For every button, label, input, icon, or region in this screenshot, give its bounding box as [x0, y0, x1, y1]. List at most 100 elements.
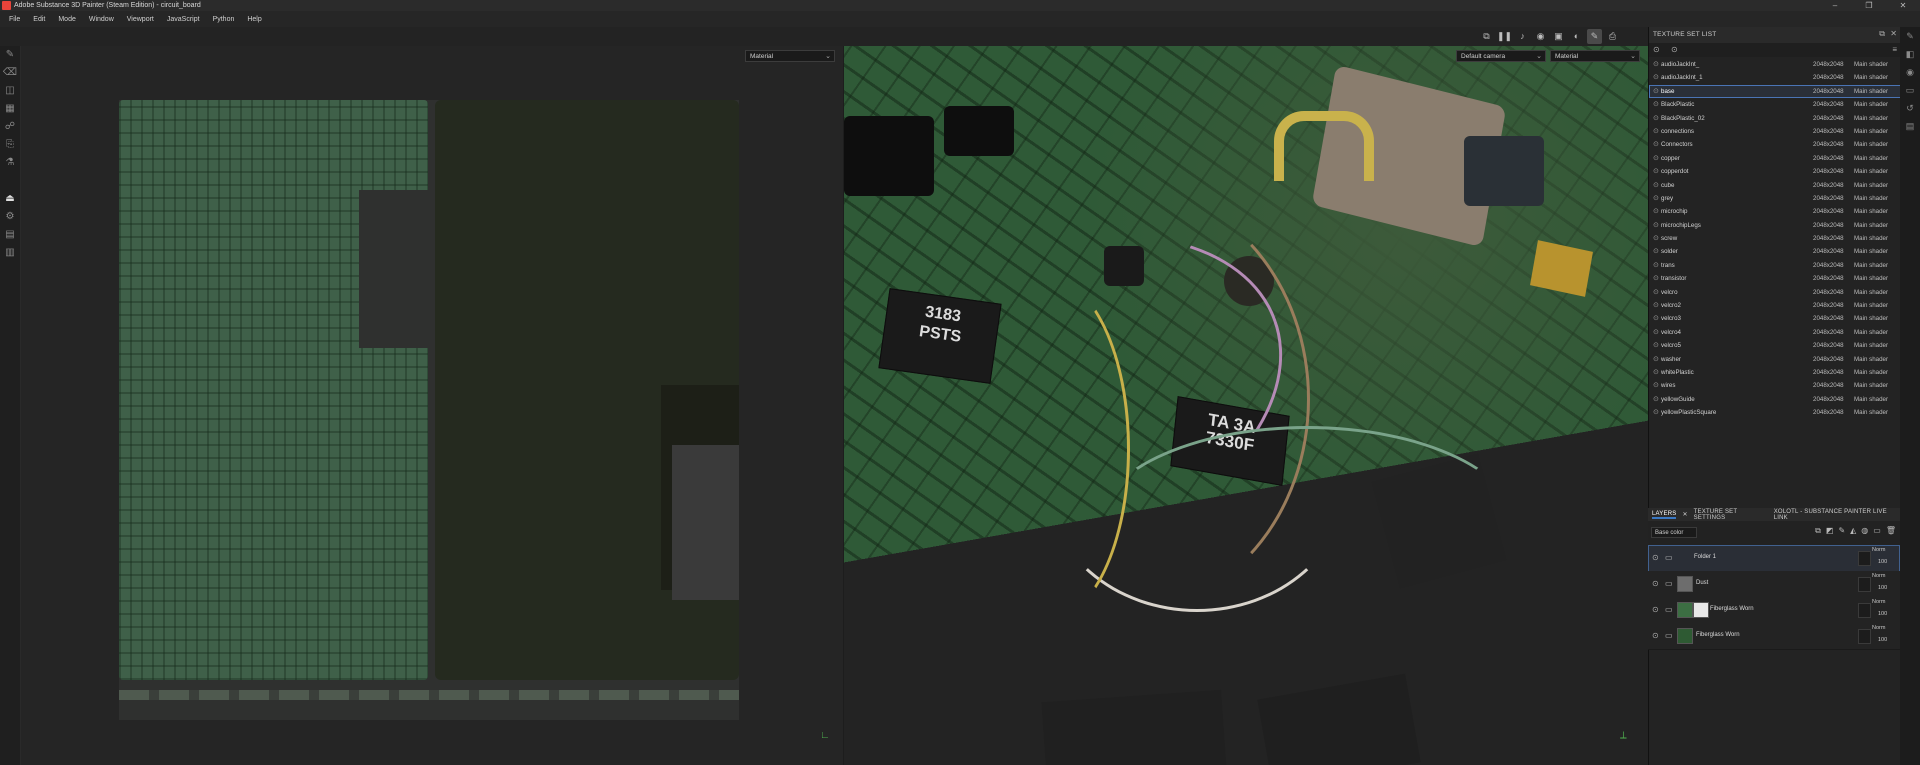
menu-mode[interactable]: Mode — [58, 16, 76, 23]
texture-set-item[interactable]: ⊙ washer 2048x2048 Main shader — [1649, 353, 1901, 366]
paint-mode-icon[interactable]: ✎ — [1587, 29, 1602, 44]
visibility-eye-icon[interactable]: ⊙ — [1653, 299, 1659, 312]
log-icon[interactable]: ▤ — [1900, 117, 1920, 135]
menu-window[interactable]: Window — [89, 16, 114, 23]
texture-set-shader[interactable]: Main shader — [1854, 245, 1888, 258]
add-mask-icon[interactable]: ◩ — [1826, 526, 1834, 536]
texture-set-resolution[interactable]: 2048x2048 — [1813, 406, 1844, 419]
texture-set-item[interactable]: ⊙ yellowGuide 2048x2048 Main shader — [1649, 393, 1901, 406]
visibility-eye-icon[interactable]: ⊙ — [1653, 152, 1659, 165]
geometry-fill-icon[interactable]: ▦ — [0, 100, 20, 118]
texture-set-shader[interactable]: Main shader — [1854, 179, 1888, 192]
texture-set-resolution[interactable]: 2048x2048 — [1813, 98, 1844, 111]
layer-row[interactable]: ⊙ ▭ Fiberglass Worn Norm 100 — [1648, 623, 1900, 650]
texture-set-item[interactable]: ⊙ velcro4 2048x2048 Main shader — [1649, 326, 1901, 339]
texture-set-shader[interactable]: Main shader — [1854, 112, 1888, 125]
pause-icon[interactable]: ❚❚ — [1497, 29, 1512, 44]
texture-set-shader[interactable]: Main shader — [1854, 366, 1888, 379]
texture-set-resolution[interactable]: 2048x2048 — [1813, 339, 1844, 352]
blend-mode[interactable]: Norm — [1872, 599, 1885, 605]
paint-brush-icon[interactable]: ✎ — [0, 46, 20, 64]
texture-set-item[interactable]: ⊙ audioJackInt_ 2048x2048 Main shader — [1649, 58, 1901, 71]
visibility-eye-icon[interactable]: ⊙ — [1653, 232, 1659, 245]
texture-set-item[interactable]: ⊙ Connectors 2048x2048 Main shader — [1649, 138, 1901, 151]
visibility-eye-icon[interactable]: ⊙ — [1653, 98, 1659, 111]
visibility-eye-icon[interactable]: ⊙ — [1653, 192, 1659, 205]
visibility-eye-icon[interactable]: ⊙ — [1652, 605, 1659, 614]
texture-set-resolution[interactable]: 2048x2048 — [1813, 71, 1844, 84]
visibility-eye-icon[interactable]: ⊙ — [1653, 393, 1659, 406]
visibility-eye-icon[interactable]: ⊙ — [1653, 339, 1659, 352]
opacity-value[interactable]: 100 — [1878, 585, 1887, 591]
layer-row[interactable]: ⊙ ▭ Fiberglass Worn Norm 100 — [1648, 597, 1900, 624]
texture-set-shader[interactable]: Main shader — [1854, 125, 1888, 138]
visibility-eye-icon[interactable]: ⊙ — [1653, 71, 1659, 84]
visibility-eye-icon[interactable]: ⊙ — [1653, 259, 1659, 272]
bake-icon[interactable]: ⚙ — [0, 208, 20, 226]
clone-icon[interactable]: ⎘ — [0, 136, 20, 154]
texture-set-resolution[interactable]: 2048x2048 — [1813, 85, 1844, 98]
visibility-eye-icon[interactable]: ⊙ — [1652, 631, 1659, 640]
material-picker-icon[interactable]: ⚗ — [0, 154, 20, 172]
texture-set-shader[interactable]: Main shader — [1854, 272, 1888, 285]
shader-icon[interactable]: ◉ — [1900, 63, 1920, 81]
texture-set-resolution[interactable]: 2048x2048 — [1813, 232, 1844, 245]
texture-set-item[interactable]: ⊙ velcro5 2048x2048 Main shader — [1649, 339, 1901, 352]
popout-icon[interactable]: ⧉ — [1879, 29, 1885, 39]
channel-dropdown-3d[interactable]: Material ⌄ — [1550, 50, 1640, 62]
visibility-eye-icon[interactable]: ⊙ — [1653, 272, 1659, 285]
texture-set-item[interactable]: ⊙ copper 2048x2048 Main shader — [1649, 152, 1901, 165]
iray-icon[interactable]: ◐ — [1569, 29, 1584, 44]
add-effect-icon[interactable]: ⧉ — [1815, 526, 1821, 536]
texture-set-item[interactable]: ⊙ whitePlastic 2048x2048 Main shader — [1649, 366, 1901, 379]
texture-set-shader[interactable]: Main shader — [1854, 205, 1888, 218]
texture-set-shader[interactable]: Main shader — [1854, 339, 1888, 352]
texture-set-resolution[interactable]: 2048x2048 — [1813, 179, 1844, 192]
texture-set-resolution[interactable]: 2048x2048 — [1813, 353, 1844, 366]
eye-icon[interactable]: ⊙ — [1653, 45, 1660, 54]
visibility-eye-icon[interactable]: ⊙ — [1653, 366, 1659, 379]
texture-set-shader[interactable]: Main shader — [1854, 192, 1888, 205]
viewport-2d[interactable]: Material ⌄ — [21, 46, 843, 765]
texture-set-item[interactable]: ⊙ grey 2048x2048 Main shader — [1649, 192, 1901, 205]
texture-set-resolution[interactable]: 2048x2048 — [1813, 165, 1844, 178]
opacity-value[interactable]: 100 — [1878, 559, 1887, 565]
close-button[interactable]: ✕ — [1886, 0, 1920, 11]
eye-icon[interactable]: ⊙ — [1671, 45, 1678, 54]
texture-set-item[interactable]: ⊙ transistor 2048x2048 Main shader — [1649, 272, 1901, 285]
tab-texture-set-settings[interactable]: TEXTURE SET SETTINGS — [1694, 509, 1768, 521]
menu-icon[interactable]: ≡ — [1892, 45, 1897, 54]
tab-layers[interactable]: LAYERS — [1652, 511, 1677, 519]
texture-set-item[interactable]: ⊙ velcro2 2048x2048 Main shader — [1649, 299, 1901, 312]
camera-dropdown[interactable]: Default camera ⌄ — [1456, 50, 1546, 62]
visibility-eye-icon[interactable]: ⊙ — [1652, 579, 1659, 588]
texture-set-item[interactable]: ⊙ velcro3 2048x2048 Main shader — [1649, 312, 1901, 325]
visibility-eye-icon[interactable]: ⊙ — [1653, 312, 1659, 325]
texture-set-resolution[interactable]: 2048x2048 — [1813, 219, 1844, 232]
texture-set-item[interactable]: ⊙ solder 2048x2048 Main shader — [1649, 245, 1901, 258]
texture-set-shader[interactable]: Main shader — [1854, 98, 1888, 111]
menu-javascript[interactable]: JavaScript — [167, 16, 200, 23]
texture-set-item[interactable]: ⊙ copperdot 2048x2048 Main shader — [1649, 165, 1901, 178]
measure-icon[interactable]: ▤ — [0, 226, 20, 244]
menu-help[interactable]: Help — [247, 16, 261, 23]
render-icon[interactable]: ◉ — [1533, 29, 1548, 44]
visibility-eye-icon[interactable]: ⊙ — [1653, 179, 1659, 192]
smudge-icon[interactable]: ☍ — [0, 118, 20, 136]
opacity-value[interactable]: 100 — [1878, 611, 1887, 617]
texture-set-item[interactable]: ⊙ velcro 2048x2048 Main shader — [1649, 286, 1901, 299]
history-icon[interactable]: ↺ — [1900, 99, 1920, 117]
texture-set-resolution[interactable]: 2048x2048 — [1813, 272, 1844, 285]
menu-edit[interactable]: Edit — [33, 16, 45, 23]
visibility-eye-icon[interactable]: ⊙ — [1653, 205, 1659, 218]
texture-set-shader[interactable]: Main shader — [1854, 312, 1888, 325]
texture-set-shader[interactable]: Main shader — [1854, 259, 1888, 272]
texture-set-shader[interactable]: Main shader — [1854, 299, 1888, 312]
visibility-eye-icon[interactable]: ⊙ — [1653, 379, 1659, 392]
menu-viewport[interactable]: Viewport — [127, 16, 154, 23]
delete-icon[interactable]: 🗑 — [1886, 526, 1896, 536]
texture-set-resolution[interactable]: 2048x2048 — [1813, 366, 1844, 379]
visibility-eye-icon[interactable]: ⊙ — [1653, 85, 1659, 98]
visibility-eye-icon[interactable]: ⊙ — [1653, 125, 1659, 138]
texture-set-resolution[interactable]: 2048x2048 — [1813, 286, 1844, 299]
